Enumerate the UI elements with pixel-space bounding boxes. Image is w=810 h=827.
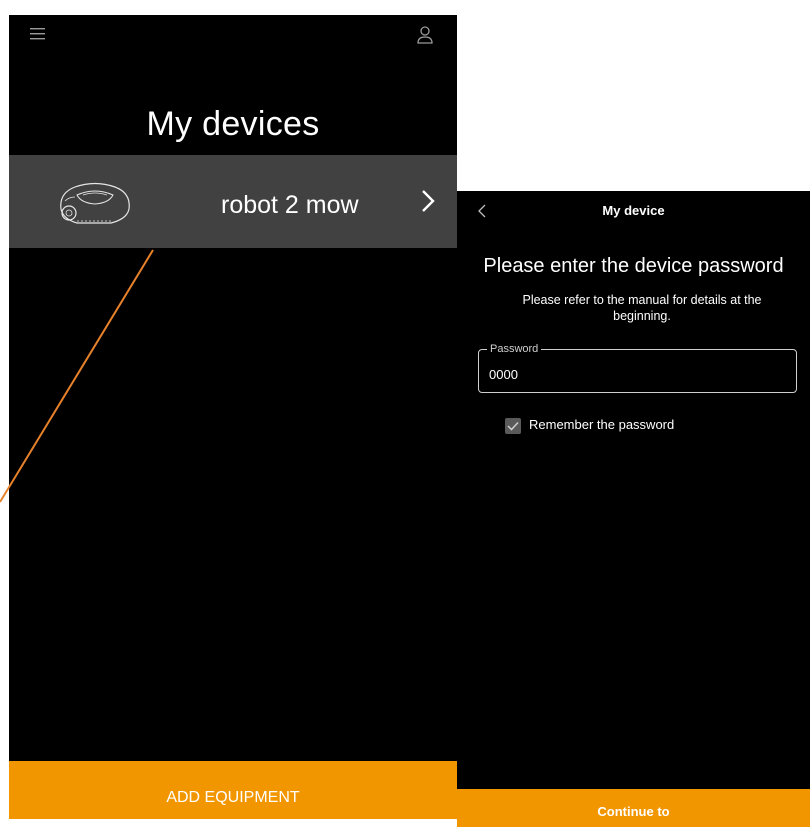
continue-button[interactable]: Continue to <box>457 789 810 827</box>
password-heading: Please enter the device password <box>483 255 784 277</box>
robot-mower-image <box>55 171 133 231</box>
password-field-label: Password <box>487 342 542 356</box>
user-icon[interactable] <box>416 25 434 45</box>
hamburger-menu-icon[interactable] <box>29 26 47 42</box>
password-field[interactable]: Password 0000 <box>478 342 797 393</box>
page-title: My devices <box>146 105 320 143</box>
chevron-right-icon <box>420 187 436 215</box>
header-title: My device <box>602 203 665 218</box>
device-list-item[interactable]: robot 2 mow <box>9 155 457 248</box>
instruction-text: Please refer to the manual for details a… <box>522 293 762 323</box>
password-input[interactable]: 0000 <box>489 367 518 382</box>
device-password-screen: My device Please enter the device passwo… <box>457 191 810 827</box>
check-icon <box>507 421 519 431</box>
my-devices-screen: My devices robot 2 mow ADD EQUIPMENT <box>9 15 457 819</box>
add-equipment-button[interactable]: ADD EQUIPMENT <box>9 761 457 819</box>
remember-password-label: Remember the password <box>529 417 675 432</box>
device-name: robot 2 mow <box>221 191 359 219</box>
remember-password-checkbox[interactable] <box>505 418 521 434</box>
